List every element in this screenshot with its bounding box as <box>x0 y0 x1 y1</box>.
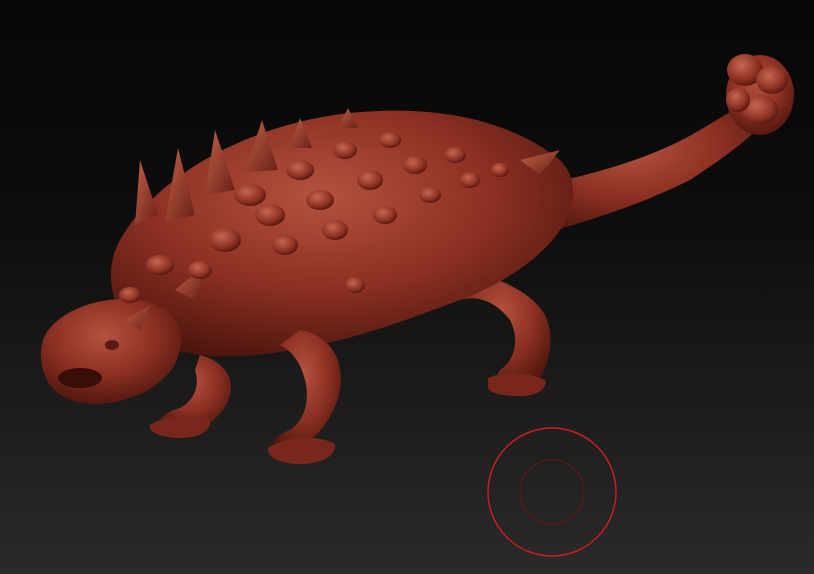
front-foot-left <box>150 415 211 438</box>
tail-club <box>726 54 794 135</box>
mouth <box>58 368 102 388</box>
sculpt-model[interactable] <box>0 0 814 574</box>
hind-foot-right <box>488 373 546 396</box>
eye <box>105 340 119 350</box>
head <box>40 299 181 405</box>
sculpt-viewport[interactable] <box>0 0 814 574</box>
